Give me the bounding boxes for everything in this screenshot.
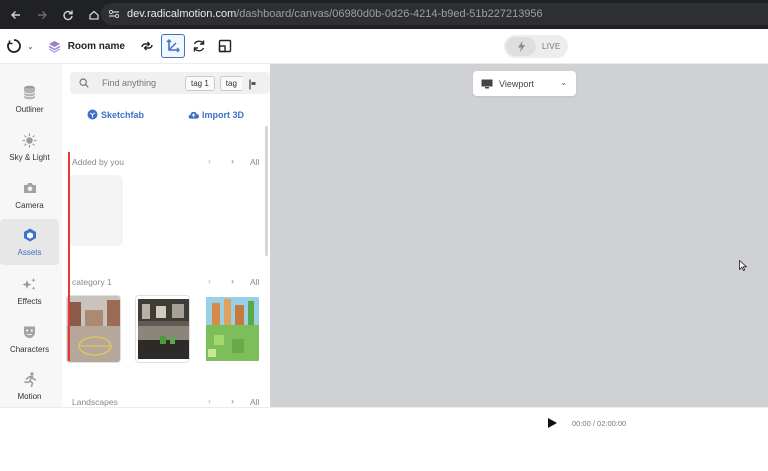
nav-item-sky-light[interactable]: Sky & Light [0, 124, 59, 170]
room-name[interactable]: Room name [68, 41, 125, 52]
nav-item-assets[interactable]: Assets [0, 219, 59, 265]
sun-icon [22, 132, 38, 148]
sketchfab-label: Sketchfab [101, 109, 145, 120]
import-3d-label: Import 3D [202, 109, 245, 120]
sketchfab-button[interactable]: Sketchfab [87, 109, 144, 120]
nav-item-characters[interactable]: Characters [0, 316, 59, 362]
nav-item-motion[interactable]: Motion [0, 363, 59, 409]
nav-item-effects[interactable]: Effects [0, 268, 59, 314]
next-arrow-icon[interactable]: › [231, 276, 234, 286]
nav-label: Characters [9, 345, 50, 354]
page-footer [0, 437, 768, 471]
section-title-landscapes: Landscapes [72, 397, 118, 407]
database-icon [22, 84, 38, 100]
see-all-link[interactable]: All [250, 277, 259, 287]
assets-panel: tag 1 tag Sketchfab Import 3D Added by y… [62, 64, 270, 407]
running-icon [22, 371, 38, 387]
search-bar: tag 1 tag [70, 72, 270, 94]
chevron-down-icon[interactable]: ⌄ [27, 42, 34, 51]
back-arrow-icon[interactable] [4, 3, 28, 27]
forward-arrow-icon[interactable] [30, 3, 54, 27]
viewport-canvas[interactable]: Viewport ⌄ [270, 64, 768, 407]
section-title-added-by-you: Added by you [72, 157, 124, 167]
asset-placeholder-card[interactable] [68, 175, 123, 246]
nav-label: Camera [15, 201, 44, 210]
viewport-select-label: Viewport [499, 78, 534, 89]
chevron-down-icon: ⌄ [560, 78, 567, 87]
nav-item-camera[interactable]: Camera [0, 172, 59, 218]
search-icon [74, 78, 94, 88]
mouse-cursor-icon [739, 258, 748, 276]
timecode: 00:00 / 02:00:00 [572, 419, 627, 428]
import-3d-button[interactable]: Import 3D [188, 109, 244, 120]
monitor-icon [481, 79, 493, 89]
url-text[interactable]: dev.radicalmotion.com/dashboard/canvas/0… [127, 8, 543, 20]
assets-icon [22, 227, 38, 243]
cloud-upload-icon [188, 109, 199, 120]
nav-label: Sky & Light [9, 153, 50, 162]
nav-label: Assets [17, 248, 42, 257]
room-icon [48, 39, 62, 53]
reload-icon[interactable] [56, 3, 80, 27]
app-logo-icon[interactable] [5, 37, 23, 55]
transform-icon[interactable] [160, 34, 185, 58]
camera-icon [22, 180, 38, 196]
section-title-category-1: category 1 [72, 277, 112, 287]
url-host: dev.radicalmotion.com [127, 8, 237, 20]
timeline-bar: 00:00 / 02:00:00 [0, 407, 768, 437]
rotate-icon[interactable] [187, 34, 211, 58]
next-arrow-icon[interactable]: › [231, 156, 234, 166]
nav-label: Effects [17, 297, 42, 306]
prev-arrow-icon[interactable]: ‹ [208, 396, 211, 406]
browser-bar: dev.radicalmotion.com/dashboard/canvas/0… [0, 0, 768, 29]
see-all-link[interactable]: All [250, 397, 259, 407]
site-info-icon[interactable] [103, 9, 125, 19]
play-icon[interactable] [548, 418, 557, 428]
mask-icon [22, 324, 38, 340]
search-input[interactable] [102, 78, 180, 88]
tag-chip[interactable]: tag [219, 75, 242, 91]
sketchfab-icon [87, 109, 98, 120]
sparkle-icon [22, 276, 38, 292]
viewport-select[interactable]: Viewport ⌄ [473, 71, 576, 96]
nav-item-outliner[interactable]: Outliner [0, 76, 59, 122]
scrollbar[interactable] [265, 126, 268, 256]
tag-chip[interactable]: tag 1 [185, 75, 215, 91]
app-toolbar: ⌄ Room name LIVE [0, 29, 768, 64]
prev-arrow-icon[interactable]: ‹ [208, 156, 211, 166]
lightning-icon [506, 37, 536, 56]
nav-label: Outliner [15, 105, 44, 114]
scale-icon[interactable] [213, 34, 237, 58]
left-nav: Outliner Sky & Light Camera Assets Effec… [0, 64, 62, 407]
drag-indicator-line [68, 152, 70, 361]
connect-icon[interactable] [135, 34, 159, 58]
asset-thumbnail[interactable] [204, 295, 259, 363]
url-path: /dashboard/canvas/06980d0b-0d26-4214-b9e… [236, 8, 543, 20]
filter-icon[interactable] [248, 77, 258, 95]
asset-thumbnail[interactable] [66, 295, 121, 363]
live-label: LIVE [542, 42, 561, 51]
live-toggle[interactable]: LIVE [504, 35, 568, 58]
address-bar[interactable]: dev.radicalmotion.com/dashboard/canvas/0… [101, 3, 768, 25]
asset-thumbnail[interactable] [135, 295, 190, 363]
see-all-link[interactable]: All [250, 157, 259, 167]
prev-arrow-icon[interactable]: ‹ [208, 276, 211, 286]
app-root: dev.radicalmotion.com/dashboard/canvas/0… [0, 0, 768, 471]
next-arrow-icon[interactable]: › [231, 396, 234, 406]
nav-label: Motion [17, 392, 42, 401]
